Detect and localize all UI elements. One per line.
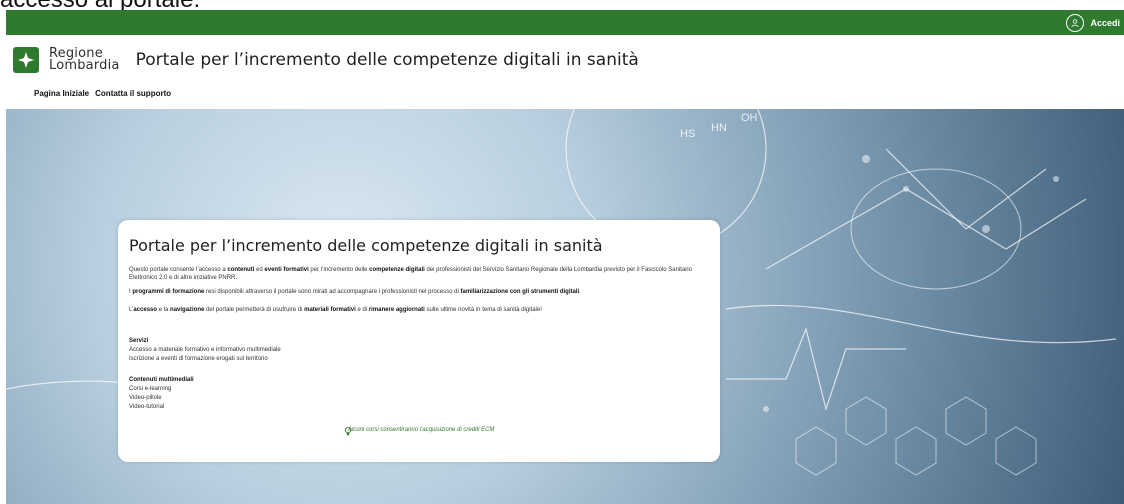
logo-text: Regione Lombardia (49, 47, 120, 73)
p1-bold-eventi: eventi formativi (264, 267, 309, 273)
p1-bold-competenze: competenze digitali (369, 267, 425, 273)
login-label: Accedi (1090, 18, 1120, 28)
ecm-note: Alcuni corsi consentiranno l’acquisizion… (344, 427, 495, 436)
spid-icon (1066, 14, 1085, 32)
p3-bold-aggiornati: rimanere aggiornati (368, 307, 425, 313)
site-title: Portale per l’incremento delle competenz… (135, 50, 639, 70)
intro-paragraph-2: I programmi di formazione resi disponibi… (129, 288, 719, 296)
p3-text-4: del portale permetterà di usufruire di (204, 307, 305, 313)
p2-bold-programmi: programmi di formazione (132, 289, 205, 295)
p2-bold-familiarizzazione: familiarizzazione con gli strumenti digi… (460, 289, 580, 295)
service-item: Iscrizione a eventi di formazione erogat… (129, 356, 268, 362)
multimedia-item: Corsi e-learning (129, 386, 172, 392)
intro-card: Portale per l’incremento delle competenz… (118, 220, 720, 462)
nav-item-support[interactable]: Contatta il supporto (95, 89, 171, 98)
services-title: Servizi (129, 338, 149, 344)
p3-bold-materiali: materiali formativi (304, 307, 356, 313)
svg-text:OH: OH (741, 112, 758, 124)
p1-bold-contenuti: contenuti (227, 267, 255, 273)
service-item: Accesso a materiale formativo e informat… (129, 347, 281, 353)
nav-item-home[interactable]: Pagina Iniziale (34, 89, 89, 98)
p2-text-4: . (579, 289, 581, 295)
intro-paragraph-3: L’accesso e la navigazione del portale p… (129, 306, 719, 314)
multimedia-title: Contenuti multimediali (129, 377, 194, 383)
main-nav: Pagina Iniziale Contatta il supporto (34, 89, 171, 98)
regione-lombardia-logo-icon[interactable] (13, 47, 39, 73)
svg-text:HN: HN (711, 122, 727, 134)
multimedia-item: Video-pillole (129, 395, 162, 401)
svg-text:HS: HS (680, 128, 695, 140)
site-header: Regione Lombardia Portale per l’incremen… (13, 42, 639, 78)
hero-banner: HS HN OH Portale per l’incremento delle … (6, 109, 1124, 504)
p1-text-2: ed (254, 267, 265, 273)
p3-bold-navigazione: navigazione (170, 307, 205, 313)
p2-text-2: resi disponibili attraverso il portale s… (204, 289, 461, 295)
card-title: Portale per l’incremento delle competenz… (129, 236, 603, 255)
p3-bold-accesso: accesso (133, 307, 158, 313)
ecm-note-text: Alcuni corsi consentiranno l’acquisizion… (348, 427, 495, 433)
top-bar: Accedi (6, 10, 1124, 35)
p1-text-4: per l’incremento delle (308, 267, 370, 273)
p1-text-0: Questo portale consente l’accesso a (129, 267, 228, 273)
p3-text-8: sulle ultime novità in tema di sanità di… (424, 307, 542, 313)
multimedia-item: Video-tutorial (129, 404, 165, 410)
p3-text-6: e di (355, 307, 369, 313)
intro-paragraph-1: Questo portale consente l’accesso a cont… (129, 266, 719, 282)
p3-text-2: e la (157, 307, 171, 313)
login-button[interactable]: Accedi (1066, 14, 1120, 32)
logo-line2: Lombardia (49, 58, 120, 73)
